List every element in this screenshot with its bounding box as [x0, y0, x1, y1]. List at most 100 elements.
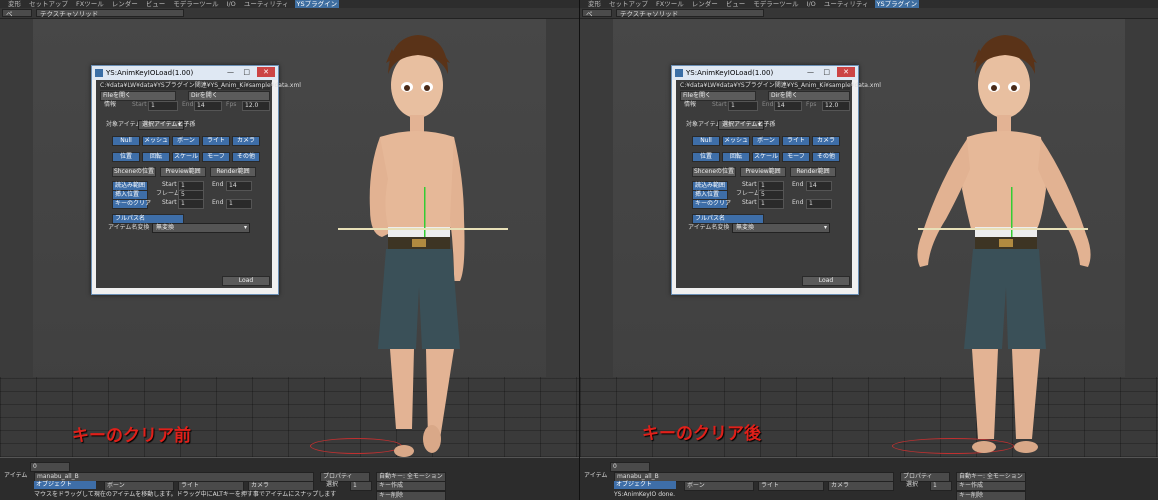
channel-rotation-toggle[interactable]: 回転 — [142, 152, 170, 162]
close-icon[interactable]: ✕ — [837, 67, 855, 77]
channel-other-toggle[interactable]: その他 — [812, 152, 840, 162]
file-open-button[interactable]: Fileを開く — [680, 91, 756, 101]
cameras-mode-button[interactable]: カメラ — [248, 481, 314, 491]
name-conversion-select[interactable]: 無変換 — [732, 223, 830, 233]
read-end-field[interactable]: 14 — [806, 181, 832, 191]
bones-mode-button[interactable]: ボーン — [684, 481, 754, 491]
dir-open-button[interactable]: Dirを開く — [188, 91, 270, 101]
type-null-toggle[interactable]: Null — [112, 136, 140, 146]
timeline-slider[interactable]: 0 — [610, 462, 650, 472]
type-camera-toggle[interactable]: カメラ — [812, 136, 840, 146]
type-mesh-toggle[interactable]: メッシュ — [142, 136, 170, 146]
clear-end-field[interactable]: 1 — [806, 199, 832, 209]
maximize-icon[interactable]: □ — [823, 68, 830, 76]
timeline-slider[interactable]: 0 — [30, 462, 70, 472]
objects-mode-button[interactable]: オブジェクト — [34, 481, 96, 489]
anim-key-io-dialog[interactable]: YS:AnimKeyIOLoad(1.00) — □ ✕ C:¥data¥LW¥… — [671, 65, 881, 295]
select-field[interactable]: 1 — [930, 481, 952, 491]
create-key-button[interactable]: キー作成 — [956, 481, 1026, 491]
lights-mode-button[interactable]: ライト — [178, 481, 244, 491]
type-bone-toggle[interactable]: ボーン — [752, 136, 780, 146]
render-range-button[interactable]: Render範囲 — [210, 167, 256, 177]
dialog-titlebar[interactable]: YS:AnimKeyIOLoad(1.00) — □ ✕ — [672, 66, 858, 80]
menu-tab-fx[interactable]: FXツール — [654, 0, 686, 8]
menu-tab-setup[interactable]: セットアップ — [27, 0, 70, 8]
caption-after-clear: キーのクリア後 — [642, 424, 761, 444]
name-conversion-select[interactable]: 無変換 — [152, 223, 250, 233]
maximize-icon[interactable]: □ — [243, 68, 250, 76]
viewport-view-select[interactable]: ペ — [2, 9, 32, 18]
menu-tab-setup[interactable]: セットアップ — [607, 0, 650, 8]
dialog-titlebar[interactable]: YS:AnimKeyIOLoad(1.00) — □ ✕ — [92, 66, 278, 80]
clear-start-field[interactable]: 1 — [758, 199, 784, 209]
type-mesh-toggle[interactable]: メッシュ — [722, 136, 750, 146]
menu-tab-ys-plugin[interactable]: YSプラグイン — [874, 0, 920, 8]
dir-open-button[interactable]: Dirを開く — [768, 91, 850, 101]
menu-tab-render[interactable]: レンダー — [690, 0, 720, 8]
channel-morph-toggle[interactable]: モーフ — [202, 152, 230, 162]
type-bone-toggle[interactable]: ボーン — [172, 136, 200, 146]
render-range-button[interactable]: Render範囲 — [790, 167, 836, 177]
channel-rotation-toggle[interactable]: 回転 — [722, 152, 750, 162]
type-light-toggle[interactable]: ライト — [782, 136, 810, 146]
lights-mode-button[interactable]: ライト — [758, 481, 824, 491]
channel-scale-toggle[interactable]: スケール — [752, 152, 780, 162]
channel-position-toggle[interactable]: 位置 — [112, 152, 140, 162]
select-field[interactable]: 1 — [350, 481, 372, 491]
minimize-icon[interactable]: — — [807, 68, 814, 76]
channel-morph-toggle[interactable]: モーフ — [782, 152, 810, 162]
viewport-view-select[interactable]: ペ — [582, 9, 612, 18]
close-icon[interactable]: ✕ — [257, 67, 275, 77]
viewport-render-mode-select[interactable]: テクスチャソリッド — [616, 9, 764, 18]
read-end-field[interactable]: 14 — [226, 181, 252, 191]
menu-tab-io[interactable]: I/O — [225, 0, 238, 8]
menu-tab-view[interactable]: ビュー — [144, 0, 168, 8]
anim-key-io-dialog[interactable]: YS:AnimKeyIOLoad(1.00) — □ ✕ C:¥data¥LW¥… — [91, 65, 301, 295]
preview-range-button[interactable]: Preview範囲 — [740, 167, 786, 177]
viewport-toolbar: ペ テクスチャソリッド — [580, 8, 1158, 19]
menu-tab-modeler-tools[interactable]: モデラーツール — [171, 0, 220, 8]
create-key-button[interactable]: キー作成 — [376, 481, 446, 491]
menu-tab-view[interactable]: ビュー — [724, 0, 748, 8]
load-button[interactable]: Load — [222, 276, 270, 286]
menu-tab-transform[interactable]: 変形 — [586, 0, 603, 8]
file-open-button[interactable]: Fileを開く — [100, 91, 176, 101]
channel-position-toggle[interactable]: 位置 — [692, 152, 720, 162]
cameras-mode-button[interactable]: カメラ — [828, 481, 894, 491]
type-camera-toggle[interactable]: カメラ — [232, 136, 260, 146]
bones-mode-button[interactable]: ボーン — [104, 481, 174, 491]
preview-range-button[interactable]: Preview範囲 — [160, 167, 206, 177]
key-clear-toggle[interactable]: キーのクリア — [692, 199, 731, 209]
name-conversion-label: アイテム名変換 — [108, 224, 150, 231]
scene-range-button[interactable]: Shceneの位置 — [112, 167, 156, 177]
target-item-select[interactable]: 選択アイテムと子孫 — [718, 120, 775, 130]
status-message: YS:AnimKeyIO done. — [614, 491, 676, 498]
read-start-label: Start — [742, 181, 757, 188]
menu-tab-io[interactable]: I/O — [805, 0, 818, 8]
target-item-select[interactable]: 選択アイテムと子孫 — [138, 120, 195, 130]
key-clear-toggle[interactable]: キーのクリア — [112, 199, 151, 209]
scene-range-button[interactable]: Shceneの位置 — [692, 167, 736, 177]
objects-mode-button[interactable]: オブジェクト — [614, 481, 676, 489]
info-end-label: End — [762, 101, 774, 108]
info-fps-field: 12.0 — [242, 101, 270, 111]
delete-key-button[interactable]: キー削除 — [956, 491, 1026, 500]
menu-tab-fx[interactable]: FXツール — [74, 0, 106, 8]
type-light-toggle[interactable]: ライト — [202, 136, 230, 146]
clear-end-field[interactable]: 1 — [226, 199, 252, 209]
clear-start-field[interactable]: 1 — [178, 199, 204, 209]
channel-scale-toggle[interactable]: スケール — [172, 152, 200, 162]
menu-tab-render[interactable]: レンダー — [110, 0, 140, 8]
menu-tab-modeler-tools[interactable]: モデラーツール — [751, 0, 800, 8]
viewport-render-mode-select[interactable]: テクスチャソリッド — [36, 9, 184, 18]
menu-tab-utility[interactable]: ユーティリティ — [242, 0, 291, 8]
type-null-toggle[interactable]: Null — [692, 136, 720, 146]
menu-tab-ys-plugin[interactable]: YSプラグイン — [294, 0, 340, 8]
menu-tab-utility[interactable]: ユーティリティ — [822, 0, 871, 8]
load-button[interactable]: Load — [802, 276, 850, 286]
select-label: 選択 — [906, 481, 919, 488]
menu-tab-transform[interactable]: 変形 — [6, 0, 23, 8]
channel-other-toggle[interactable]: その他 — [232, 152, 260, 162]
delete-key-button[interactable]: キー削除 — [376, 491, 446, 500]
minimize-icon[interactable]: — — [227, 68, 234, 76]
